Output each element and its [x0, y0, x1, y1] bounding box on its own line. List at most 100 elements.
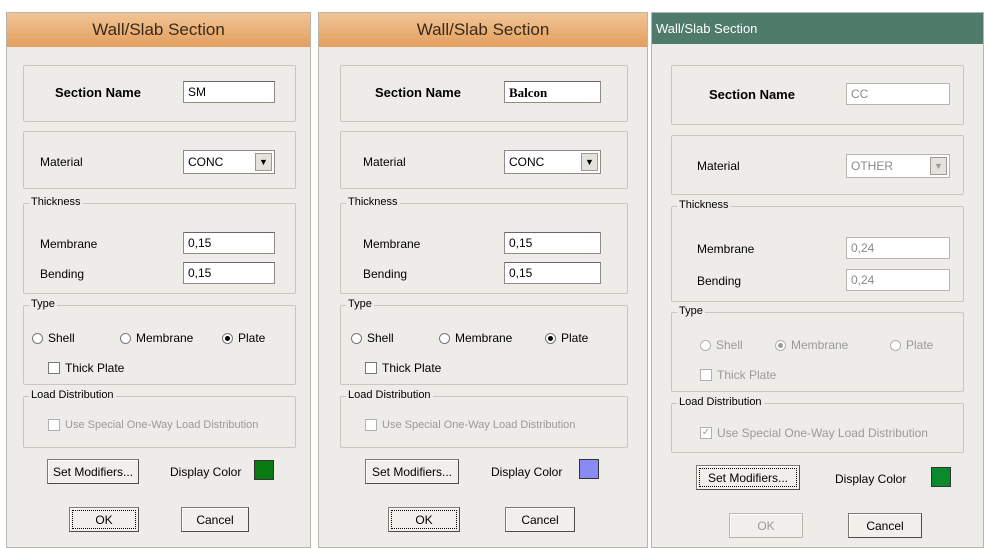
plate-radio[interactable]: Plate	[890, 338, 933, 352]
radio-indicator-selected	[775, 339, 786, 351]
dialog-title-bar[interactable]: Wall/Slab Section	[7, 13, 310, 47]
material-group: Material CONC ▼	[340, 131, 628, 189]
display-color-swatch[interactable]	[931, 467, 951, 487]
membrane-radio[interactable]: Membrane	[775, 338, 848, 352]
load-distribution-legend: Load Distribution	[677, 396, 764, 408]
thickness-legend: Thickness	[29, 196, 83, 208]
section-name-input[interactable]: CC	[846, 83, 950, 105]
cancel-button[interactable]: Cancel	[848, 513, 922, 538]
one-way-load-label: Use Special One-Way Load Distribution	[382, 419, 576, 431]
load-distribution-group: Load Distribution Use Special One-Way Lo…	[23, 389, 296, 448]
bending-thickness-label: Bending	[697, 274, 742, 288]
radio-indicator	[439, 332, 450, 344]
bending-thickness-input[interactable]: 0,15	[183, 262, 275, 284]
material-select-value: CONC	[188, 155, 224, 169]
load-distribution-legend: Load Distribution	[29, 389, 116, 401]
cancel-button[interactable]: Cancel	[505, 507, 575, 532]
shell-radio[interactable]: Shell	[351, 331, 394, 345]
material-group: Material OTHER ▼	[671, 135, 964, 195]
load-distribution-group: Load Distribution Use Special One-Way Lo…	[340, 389, 628, 448]
plate-radio[interactable]: Plate	[222, 331, 265, 345]
load-distribution-legend: Load Distribution	[346, 389, 433, 401]
ok-button[interactable]: OK	[388, 507, 460, 532]
membrane-thickness-input[interactable]: 0,15	[183, 232, 275, 254]
ok-button[interactable]: OK	[69, 507, 139, 532]
one-way-load-checkbox[interactable]: Use Special One-Way Load Distribution	[48, 419, 258, 431]
one-way-load-checkbox[interactable]: Use Special One-Way Load Distribution	[365, 419, 575, 431]
material-select-value: CONC	[509, 155, 545, 169]
type-group: Type Shell Membrane Plate Thick Plate	[23, 298, 296, 385]
plate-radio-label: Plate	[561, 331, 589, 345]
display-color-label: Display Color	[170, 465, 242, 479]
shell-radio-label: Shell	[48, 331, 75, 345]
material-select[interactable]: CONC ▼	[504, 150, 601, 174]
thick-plate-label: Thick Plate	[65, 361, 125, 375]
chevron-down-icon[interactable]: ▼	[930, 157, 947, 175]
thick-plate-label: Thick Plate	[382, 361, 442, 375]
thickness-group: Thickness Membrane 0,15 Bending 0,15	[23, 196, 296, 294]
section-name-group: Section Name SM	[23, 65, 296, 122]
radio-indicator	[32, 332, 43, 344]
material-label: Material	[363, 155, 406, 169]
set-modifiers-button[interactable]: Set Modifiers...	[696, 465, 800, 490]
shell-radio[interactable]: Shell	[32, 331, 75, 345]
section-name-input[interactable]: Balcon	[504, 81, 601, 103]
display-color-swatch[interactable]	[254, 460, 274, 480]
set-modifiers-button[interactable]: Set Modifiers...	[365, 459, 459, 484]
checkbox-indicator	[48, 419, 60, 431]
material-select[interactable]: CONC ▼	[183, 150, 275, 174]
thickness-legend: Thickness	[677, 199, 731, 211]
material-label: Material	[697, 159, 740, 173]
bending-thickness-label: Bending	[40, 267, 85, 281]
bending-thickness-input[interactable]: 0,24	[846, 269, 950, 291]
plate-radio[interactable]: Plate	[545, 331, 588, 345]
section-name-input[interactable]: SM	[183, 81, 275, 103]
wall-slab-dialog-2: Wall/Slab Section Section Name Balcon Ma…	[318, 12, 648, 548]
dialog-title-bar[interactable]: Wall/Slab Section	[652, 13, 983, 44]
one-way-load-label: Use Special One-Way Load Distribution	[65, 419, 259, 431]
wall-slab-dialog-3: Wall/Slab Section Section Name CC Materi…	[651, 12, 984, 548]
type-legend: Type	[29, 298, 57, 310]
checkbox-indicator	[700, 369, 712, 381]
membrane-radio-label: Membrane	[136, 331, 194, 345]
membrane-radio-label: Membrane	[791, 338, 849, 352]
thickness-legend: Thickness	[346, 196, 400, 208]
membrane-radio[interactable]: Membrane	[439, 331, 512, 345]
radio-indicator	[120, 332, 131, 344]
cancel-button[interactable]: Cancel	[181, 507, 249, 532]
membrane-radio[interactable]: Membrane	[120, 331, 193, 345]
chevron-down-icon[interactable]: ▼	[581, 153, 598, 171]
material-label: Material	[40, 155, 83, 169]
membrane-thickness-input[interactable]: 0,24	[846, 237, 950, 259]
display-color-swatch[interactable]	[579, 459, 599, 479]
material-group: Material CONC ▼	[23, 131, 296, 189]
chevron-down-icon[interactable]: ▼	[255, 153, 272, 171]
checkmark-icon: ✓	[700, 427, 712, 439]
radio-indicator	[700, 339, 711, 351]
thick-plate-label: Thick Plate	[717, 368, 777, 382]
display-color-label: Display Color	[835, 472, 907, 486]
thick-plate-checkbox[interactable]: Thick Plate	[700, 368, 776, 382]
thick-plate-checkbox[interactable]: Thick Plate	[365, 361, 441, 375]
ok-button[interactable]: OK	[729, 513, 803, 538]
section-name-label: Section Name	[375, 85, 461, 100]
membrane-radio-label: Membrane	[455, 331, 513, 345]
dialog-title: Wall/Slab Section	[656, 21, 758, 36]
membrane-thickness-input[interactable]: 0,15	[504, 232, 601, 254]
checkbox-indicator	[365, 362, 377, 374]
shell-radio[interactable]: Shell	[700, 338, 743, 352]
dialog-title-bar[interactable]: Wall/Slab Section	[319, 13, 647, 47]
thick-plate-checkbox[interactable]: Thick Plate	[48, 361, 124, 375]
thickness-group: Thickness Membrane 0,24 Bending 0,24	[671, 199, 964, 302]
load-distribution-group: Load Distribution ✓ Use Special One-Way L…	[671, 396, 964, 453]
membrane-thickness-label: Membrane	[363, 237, 421, 251]
set-modifiers-button[interactable]: Set Modifiers...	[47, 459, 139, 484]
membrane-thickness-label: Membrane	[40, 237, 98, 251]
one-way-load-checkbox[interactable]: ✓ Use Special One-Way Load Distribution	[700, 426, 928, 440]
section-name-label: Section Name	[709, 87, 795, 102]
material-select[interactable]: OTHER ▼	[846, 154, 950, 178]
thickness-group: Thickness Membrane 0,15 Bending 0,15	[340, 196, 628, 294]
type-legend: Type	[677, 305, 705, 317]
checkbox-indicator	[365, 419, 377, 431]
bending-thickness-input[interactable]: 0,15	[504, 262, 601, 284]
